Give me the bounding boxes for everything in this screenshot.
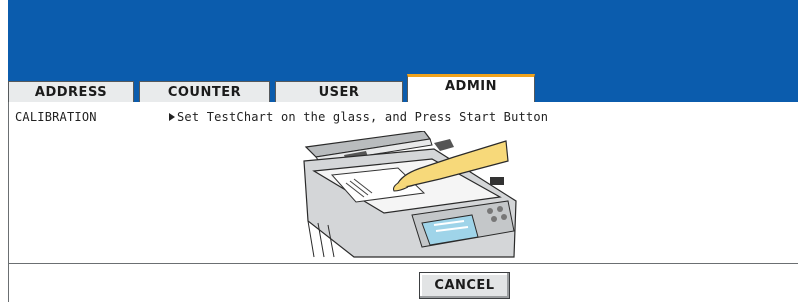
instruction-text: Set TestChart on the glass, and Press St… [177,110,549,124]
admin-content-panel: CALIBRATION Set TestChart on the glass, … [8,102,798,302]
cancel-button[interactable]: CANCEL [419,272,510,299]
section-title: CALIBRATION [15,110,97,124]
header-bar [8,0,798,80]
tab-counter[interactable]: COUNTER [139,81,270,102]
footer-divider [9,263,798,264]
tab-admin[interactable]: ADMIN [407,74,535,102]
tab-strip: ADDRESS COUNTER USER ADMIN [8,74,798,102]
copier-scanner-illustration [303,131,517,258]
right-triangle-icon [169,113,175,121]
tab-user[interactable]: USER [275,81,403,102]
tab-address[interactable]: ADDRESS [8,81,134,102]
instruction-line: Set TestChart on the glass, and Press St… [169,110,548,124]
copier-panel-screen: ADDRESS COUNTER USER ADMIN CALIBRATION S… [0,0,798,302]
